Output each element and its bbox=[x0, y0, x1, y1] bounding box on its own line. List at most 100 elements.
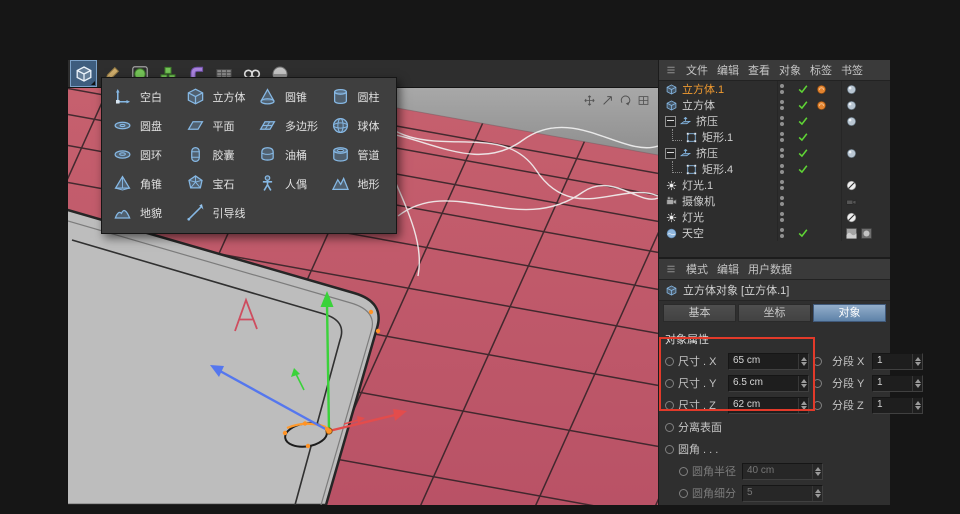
phong-tag-icon[interactable] bbox=[845, 115, 858, 128]
object-label[interactable]: 灯光 bbox=[682, 209, 704, 225]
object-label[interactable]: 挤压 bbox=[696, 145, 718, 161]
menu-item-plane[interactable]: 平面 bbox=[177, 111, 250, 140]
panel-menu-icon[interactable] bbox=[665, 263, 677, 275]
object-row-sky[interactable]: 天空 bbox=[659, 225, 890, 241]
keyframe-ring[interactable] bbox=[665, 357, 674, 366]
orbit-icon[interactable] bbox=[619, 94, 632, 107]
menu-item-cylinder[interactable]: 圆柱 bbox=[322, 82, 395, 111]
object-row-light[interactable]: 灯光 bbox=[659, 209, 890, 225]
menu-tags[interactable]: 标签 bbox=[810, 62, 832, 78]
visibility-dots[interactable] bbox=[780, 114, 784, 128]
menu-item-guide[interactable]: 引导线 bbox=[177, 198, 250, 227]
object-label[interactable]: 挤压 bbox=[696, 113, 718, 129]
object-row-cube[interactable]: 立方体 bbox=[659, 97, 890, 113]
menu-file[interactable]: 文件 bbox=[686, 62, 708, 78]
texture-tag-icon[interactable] bbox=[860, 227, 873, 240]
disabled-slash-icon[interactable] bbox=[845, 179, 858, 192]
object-row-extrude1[interactable]: 挤压 bbox=[659, 113, 890, 129]
enabled-check-icon[interactable] bbox=[797, 131, 809, 143]
visibility-dots[interactable] bbox=[780, 98, 784, 112]
object-label[interactable]: 立方体.1 bbox=[682, 81, 724, 97]
collapse-toggle[interactable] bbox=[665, 148, 676, 159]
enabled-check-icon[interactable] bbox=[797, 99, 809, 111]
object-row-camera[interactable]: 摄像机 bbox=[659, 193, 890, 209]
keyframe-ring[interactable] bbox=[813, 357, 822, 366]
visibility-dots[interactable] bbox=[780, 194, 784, 208]
spinner[interactable] bbox=[912, 354, 922, 369]
separate-surfaces-checkbox[interactable]: 分离表面 bbox=[678, 419, 722, 435]
texture-tag-icon[interactable] bbox=[845, 227, 858, 240]
primitive-tag-icon[interactable] bbox=[815, 83, 828, 96]
phong-tag-icon[interactable] bbox=[845, 83, 858, 96]
enabled-check-icon[interactable] bbox=[797, 115, 809, 127]
visibility-dots[interactable] bbox=[780, 210, 784, 224]
menu-item-tube[interactable]: 管道 bbox=[322, 140, 395, 169]
menu-mode[interactable]: 模式 bbox=[686, 261, 708, 277]
menu-item-torus[interactable]: 圆环 bbox=[104, 140, 177, 169]
object-label[interactable]: 天空 bbox=[682, 225, 704, 241]
menu-view[interactable]: 查看 bbox=[748, 62, 770, 78]
object-label[interactable]: 摄像机 bbox=[682, 193, 715, 209]
segments-z-input[interactable]: 1 bbox=[872, 397, 923, 414]
enabled-check-icon[interactable] bbox=[797, 147, 809, 159]
keyframe-ring[interactable] bbox=[665, 379, 674, 388]
disabled-slash-icon[interactable] bbox=[845, 211, 858, 224]
keyframe-ring[interactable] bbox=[665, 445, 674, 454]
segments-x-input[interactable]: 1 bbox=[872, 353, 923, 370]
keyframe-ring[interactable] bbox=[665, 401, 674, 410]
object-row-light1[interactable]: 灯光.1 bbox=[659, 177, 890, 193]
keyframe-ring[interactable] bbox=[813, 379, 822, 388]
object-label[interactable]: 立方体 bbox=[682, 97, 715, 113]
pan-icon[interactable] bbox=[583, 94, 596, 107]
menu-item-platonic[interactable]: 宝石 bbox=[177, 169, 250, 198]
menu-item-sphere[interactable]: 球体 bbox=[322, 111, 395, 140]
enabled-check-icon[interactable] bbox=[797, 227, 809, 239]
collapse-toggle[interactable] bbox=[665, 116, 676, 127]
menu-item-cube[interactable]: 立方体 bbox=[177, 82, 250, 111]
object-row-rect4[interactable]: 矩形.4 bbox=[659, 161, 890, 177]
size-y-input[interactable]: 6.5 cm bbox=[728, 375, 809, 392]
menu-edit[interactable]: 编辑 bbox=[717, 62, 739, 78]
primitive-tag-icon[interactable] bbox=[815, 99, 828, 112]
menu-userdata[interactable]: 用户数据 bbox=[748, 261, 792, 277]
object-row-cube1[interactable]: 立方体.1 bbox=[659, 81, 890, 97]
dolly-icon[interactable] bbox=[601, 94, 614, 107]
menu-bookmarks[interactable]: 书签 bbox=[841, 62, 863, 78]
menu-item-figure[interactable]: 人偶 bbox=[249, 169, 322, 198]
object-label[interactable]: 灯光.1 bbox=[682, 177, 713, 193]
spinner[interactable] bbox=[912, 398, 922, 413]
size-z-input[interactable]: 62 cm bbox=[728, 397, 809, 414]
views-icon[interactable] bbox=[637, 94, 650, 107]
phong-tag-icon[interactable] bbox=[845, 147, 858, 160]
phong-tag-icon[interactable] bbox=[845, 99, 858, 112]
visibility-dots[interactable] bbox=[780, 162, 784, 176]
object-row-extrude2[interactable]: 挤压 bbox=[659, 145, 890, 161]
camera-tag-icon[interactable] bbox=[845, 195, 858, 208]
menu-edit[interactable]: 编辑 bbox=[717, 261, 739, 277]
visibility-dots[interactable] bbox=[780, 226, 784, 240]
menu-item-pyramid[interactable]: 角锥 bbox=[104, 169, 177, 198]
tab-basic[interactable]: 基本 bbox=[663, 304, 736, 322]
object-label[interactable]: 矩形.1 bbox=[702, 129, 733, 145]
menu-item-oiltank[interactable]: 油桶 bbox=[249, 140, 322, 169]
menu-item-capsule[interactable]: 胶囊 bbox=[177, 140, 250, 169]
object-row-rect1[interactable]: 矩形.1 bbox=[659, 129, 890, 145]
menu-item-landscape[interactable]: 地形 bbox=[322, 169, 395, 198]
enabled-check-icon[interactable] bbox=[797, 163, 809, 175]
panel-menu-icon[interactable] bbox=[665, 64, 677, 76]
keyframe-ring[interactable] bbox=[665, 423, 674, 432]
menu-item-disc[interactable]: 圆盘 bbox=[104, 111, 177, 140]
tab-object[interactable]: 对象 bbox=[813, 304, 886, 322]
menu-item-cone[interactable]: 圆锥 bbox=[249, 82, 322, 111]
menu-item-relief[interactable]: 地貌 bbox=[104, 198, 177, 227]
keyframe-ring[interactable] bbox=[813, 401, 822, 410]
visibility-dots[interactable] bbox=[780, 178, 784, 192]
visibility-dots[interactable] bbox=[780, 146, 784, 160]
segments-y-input[interactable]: 1 bbox=[872, 375, 923, 392]
spinner[interactable] bbox=[798, 354, 808, 369]
menu-object[interactable]: 对象 bbox=[779, 62, 801, 78]
spinner[interactable] bbox=[798, 376, 808, 391]
spinner[interactable] bbox=[798, 398, 808, 413]
visibility-dots[interactable] bbox=[780, 130, 784, 144]
spinner[interactable] bbox=[912, 376, 922, 391]
